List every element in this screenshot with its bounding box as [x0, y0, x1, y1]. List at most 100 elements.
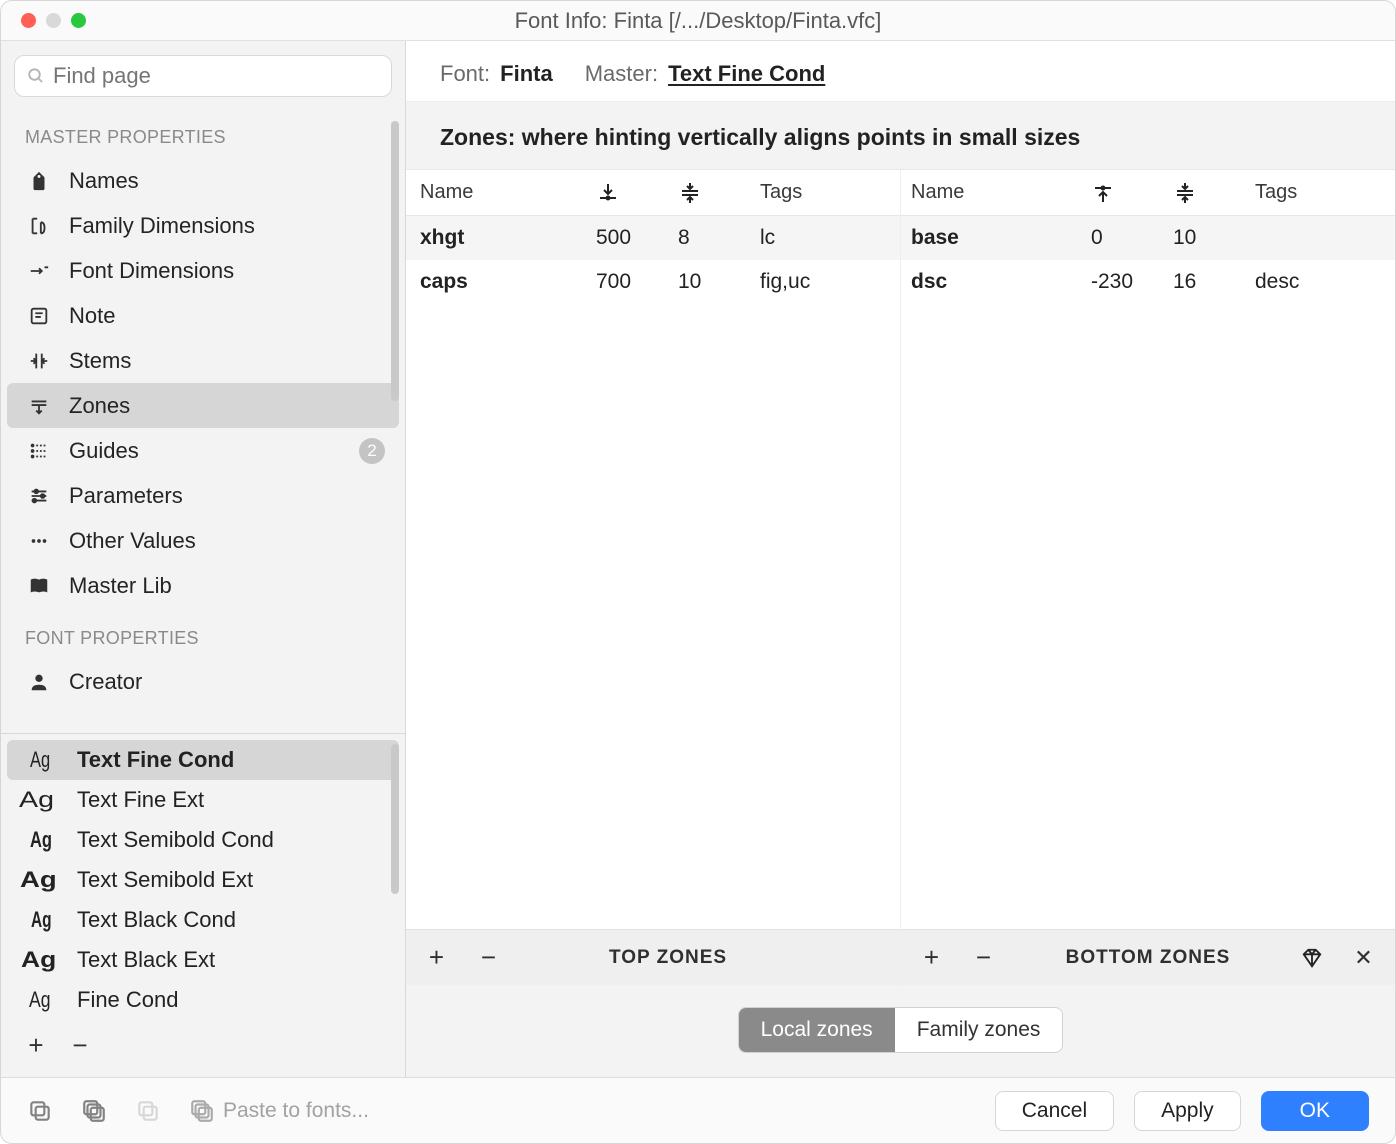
sidebar-item-font-dimensions[interactable]: Font Dimensions [1, 248, 405, 293]
master-label: Text Black Cond [77, 907, 236, 933]
close-icon[interactable]: ✕ [1353, 945, 1375, 971]
zone-position[interactable]: 0 [1081, 216, 1163, 260]
add-top-zone-button[interactable]: + [426, 942, 448, 973]
zone-tags[interactable]: desc [1245, 260, 1395, 304]
sidebar: MASTER PROPERTIES Names Family Dimension… [1, 41, 406, 1077]
apply-button[interactable]: Apply [1134, 1091, 1241, 1131]
zone-tags[interactable]: lc [750, 216, 900, 260]
copy-icon[interactable] [27, 1098, 53, 1124]
sidebar-item-other-values[interactable]: Other Values [1, 518, 405, 563]
zone-name[interactable]: base [901, 216, 1081, 260]
search-icon [27, 67, 45, 85]
table-row[interactable]: xhgt 500 8 lc [406, 216, 900, 260]
col-position-icon[interactable] [586, 170, 668, 215]
zone-name[interactable]: caps [406, 260, 586, 304]
sidebar-item-creator[interactable]: Creator [1, 659, 405, 704]
bottom-zones-label: BOTTOM ZONES [1066, 947, 1231, 969]
sidebar-item-note[interactable]: Note [1, 293, 405, 338]
sidebar-item-label: Parameters [69, 483, 183, 509]
master-item-4[interactable]: Ag Text Black Cond [1, 900, 405, 940]
window-title: Font Info: Finta [/.../Desktop/Finta.vfc… [1, 8, 1395, 34]
table-row[interactable]: caps 700 10 fig,uc [406, 260, 900, 304]
zone-width[interactable]: 8 [668, 216, 750, 260]
sidebar-item-label: Guides [69, 438, 139, 464]
col-width-icon[interactable] [1163, 170, 1245, 215]
sidebar-scrollbar[interactable] [391, 121, 399, 401]
zoom-window-icon[interactable] [71, 13, 86, 28]
search-input[interactable] [14, 55, 392, 97]
master-label: Fine Cond [77, 987, 179, 1013]
add-master-button[interactable]: + [25, 1030, 47, 1061]
zone-width[interactable]: 16 [1163, 260, 1245, 304]
col-position-icon[interactable] [1081, 170, 1163, 215]
master-scrollbar[interactable] [391, 744, 399, 894]
font-sample-icon: Ag [29, 987, 61, 1013]
master-label: Text Semibold Cond [77, 827, 274, 853]
section-master-properties: MASTER PROPERTIES [1, 107, 405, 158]
zone-tags[interactable] [1245, 216, 1395, 260]
sidebar-item-names[interactable]: Names [1, 158, 405, 203]
font-sample-icon: Ag [30, 827, 60, 853]
minimize-window-icon[interactable] [46, 13, 61, 28]
zone-position[interactable]: -230 [1081, 260, 1163, 304]
zone-width[interactable]: 10 [668, 260, 750, 304]
ok-button[interactable]: OK [1261, 1091, 1369, 1131]
master-item-2[interactable]: Ag Text Semibold Cond [1, 820, 405, 860]
remove-master-button[interactable]: − [69, 1030, 91, 1061]
zone-tags[interactable]: fig,uc [750, 260, 900, 304]
master-label: Text Semibold Ext [77, 867, 253, 893]
sidebar-item-family-dimensions[interactable]: Family Dimensions [1, 203, 405, 248]
main-panel: Font: Finta Master: Text Fine Cond Zones… [406, 41, 1395, 1077]
col-tags[interactable]: Tags [750, 170, 900, 215]
font-sample-icon: Ag [20, 867, 70, 893]
sidebar-item-stems[interactable]: Stems [1, 338, 405, 383]
paste-icon[interactable] [135, 1098, 161, 1124]
col-tags[interactable]: Tags [1245, 170, 1395, 215]
table-header: Name Tags [406, 170, 900, 216]
family-dimensions-icon [25, 215, 53, 237]
copy-all-icon[interactable] [81, 1098, 107, 1124]
font-value[interactable]: Finta [500, 61, 553, 87]
close-window-icon[interactable] [21, 13, 36, 28]
sidebar-item-master-lib[interactable]: Master Lib [1, 563, 405, 608]
master-item-0[interactable]: Ag Text Fine Cond [7, 740, 399, 780]
col-width-icon[interactable] [668, 170, 750, 215]
zone-name[interactable]: dsc [901, 260, 1081, 304]
table-row[interactable]: base 0 10 [901, 216, 1395, 260]
zone-name[interactable]: xhgt [406, 216, 586, 260]
paste-to-fonts-label: Paste to fonts... [223, 1099, 369, 1123]
master-label: Text Fine Ext [77, 787, 204, 813]
paste-to-fonts-button[interactable]: Paste to fonts... [189, 1098, 369, 1124]
top-zones-footer: + − TOP ZONES [406, 929, 900, 985]
master-item-6[interactable]: Ag Fine Cond [1, 980, 405, 1020]
master-item-1[interactable]: Ag Text Fine Ext [1, 780, 405, 820]
sidebar-item-guides[interactable]: Guides 2 [1, 428, 405, 473]
note-icon [25, 305, 53, 327]
titlebar: Font Info: Finta [/.../Desktop/Finta.vfc… [1, 1, 1395, 41]
master-value[interactable]: Text Fine Cond [668, 61, 825, 87]
cancel-button[interactable]: Cancel [995, 1091, 1114, 1131]
zones-toggle: Local zones Family zones [406, 985, 1395, 1077]
col-name[interactable]: Name [901, 170, 1081, 215]
diamond-icon[interactable] [1301, 947, 1323, 969]
add-bottom-zone-button[interactable]: + [921, 942, 943, 973]
table-row[interactable]: dsc -230 16 desc [901, 260, 1395, 304]
font-sample-icon: Ag [19, 787, 71, 813]
zone-width[interactable]: 10 [1163, 216, 1245, 260]
search-field[interactable] [53, 63, 379, 89]
zones-tables: Name Tags xhgt 5 [406, 169, 1395, 985]
remove-bottom-zone-button[interactable]: − [973, 942, 995, 973]
master-item-5[interactable]: Ag Text Black Ext [1, 940, 405, 980]
local-zones-button[interactable]: Local zones [739, 1008, 895, 1052]
master-item-3[interactable]: Ag Text Semibold Ext [1, 860, 405, 900]
zone-position[interactable]: 500 [586, 216, 668, 260]
font-sample-icon: Ag [31, 907, 59, 933]
col-name[interactable]: Name [406, 170, 586, 215]
family-zones-button[interactable]: Family zones [895, 1008, 1063, 1052]
master-label: Text Fine Cond [77, 747, 234, 773]
zone-position[interactable]: 700 [586, 260, 668, 304]
remove-top-zone-button[interactable]: − [478, 942, 500, 973]
sidebar-item-parameters[interactable]: Parameters [1, 473, 405, 518]
sidebar-item-zones[interactable]: Zones [7, 383, 399, 428]
sidebar-item-label: Note [69, 303, 115, 329]
